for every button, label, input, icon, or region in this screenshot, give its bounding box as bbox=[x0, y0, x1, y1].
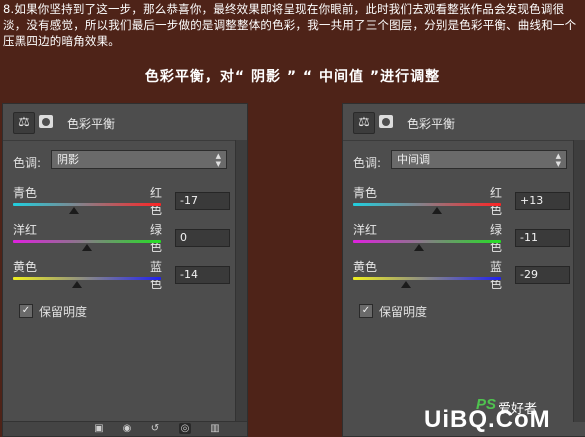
panel-title: 色彩平衡 bbox=[407, 117, 456, 131]
yellow-blue-value-input[interactable]: -14 bbox=[175, 266, 230, 284]
site-watermark: PS 爱好者 UiBQ.CoM bbox=[424, 396, 584, 436]
layer-mask-icon[interactable] bbox=[39, 115, 53, 128]
magenta-green-slider[interactable] bbox=[353, 240, 501, 243]
dropdown-arrows-icon: ▲ ▼ bbox=[555, 151, 561, 168]
visibility-eye-icon[interactable]: ◎ bbox=[179, 423, 191, 434]
cyan-label: 青色 bbox=[13, 186, 38, 200]
preserve-luminosity-checkbox[interactable]: ✓ bbox=[359, 304, 373, 318]
cyan-red-slider[interactable] bbox=[353, 203, 501, 206]
preserve-luminosity-label: 保留明度 bbox=[379, 305, 428, 319]
yellow-blue-slider[interactable] bbox=[353, 277, 501, 280]
yellow-blue-slider[interactable] bbox=[13, 277, 161, 280]
trash-icon[interactable]: ▥ bbox=[209, 423, 221, 434]
panel-bottom-toolbar: ▣ ◉ ↺ ◎ ▥ bbox=[3, 421, 247, 436]
cyan-red-value-input[interactable]: +13 bbox=[515, 192, 570, 210]
panel-scrollbar[interactable] bbox=[573, 140, 585, 422]
magenta-green-slider[interactable] bbox=[13, 240, 161, 243]
cyan-red-value-input[interactable]: -17 bbox=[175, 192, 230, 210]
view-previous-icon[interactable]: ◉ bbox=[121, 423, 133, 434]
panel-header: ⚖ 色彩平衡 bbox=[343, 104, 585, 141]
magenta-green-value-input[interactable]: 0 bbox=[175, 229, 230, 247]
blue-label: 蓝色 bbox=[149, 260, 162, 291]
intro-text: 8.如果你坚持到了这一步，那么恭喜你，最终效果即将呈现在你眼前，此时我们去观看整… bbox=[3, 2, 577, 48]
preserve-luminosity-checkbox[interactable]: ✓ bbox=[19, 304, 33, 318]
color-balance-panel-shadows: ⚖ 色彩平衡 色调: 阴影 ▲ ▼ 青色 红色 -17 洋红 绿色 0 黄色 蓝色… bbox=[2, 103, 248, 437]
tone-dropdown[interactable]: 阴影 ▲ ▼ bbox=[51, 150, 227, 169]
color-balance-panel-midtones: ⚖ 色彩平衡 色调: 中间调 ▲ ▼ 青色 红色 +13 洋红 绿色 -11 黄色… bbox=[342, 103, 585, 437]
green-label: 绿色 bbox=[149, 223, 162, 254]
tone-label: 色调: bbox=[13, 156, 42, 170]
magenta-green-slider-thumb[interactable] bbox=[413, 244, 424, 251]
magenta-label: 洋红 bbox=[353, 223, 378, 237]
yellow-label: 黄色 bbox=[353, 260, 378, 274]
yellow-blue-slider-thumb[interactable] bbox=[71, 281, 82, 288]
panel-title: 色彩平衡 bbox=[67, 117, 116, 131]
yellow-blue-slider-thumb[interactable] bbox=[400, 281, 411, 288]
panel-scrollbar[interactable] bbox=[235, 140, 247, 422]
magenta-green-value-input[interactable]: -11 bbox=[515, 229, 570, 247]
magenta-label: 洋红 bbox=[13, 223, 38, 237]
reset-icon[interactable]: ↺ bbox=[149, 423, 161, 434]
red-label: 红色 bbox=[149, 186, 162, 217]
tone-dropdown-value: 阴影 bbox=[57, 153, 79, 166]
cyan-red-slider-thumb[interactable] bbox=[431, 207, 442, 214]
dropdown-arrows-icon: ▲ ▼ bbox=[215, 151, 221, 168]
tone-dropdown[interactable]: 中间调 ▲ ▼ bbox=[391, 150, 567, 169]
balance-scale-icon[interactable]: ⚖ bbox=[353, 112, 375, 134]
tone-dropdown-value: 中间调 bbox=[397, 153, 430, 166]
section-heading: 色彩平衡，对“ 阴影 ” “ 中间值 ”进行调整 bbox=[144, 69, 441, 85]
panel-header: ⚖ 色彩平衡 bbox=[3, 104, 247, 141]
watermark-main: UiBQ.CoM bbox=[424, 406, 551, 433]
cyan-red-slider[interactable] bbox=[13, 203, 161, 206]
blue-label: 蓝色 bbox=[489, 260, 502, 291]
layer-mask-icon[interactable] bbox=[379, 115, 393, 128]
cyan-label: 青色 bbox=[353, 186, 378, 200]
preserve-luminosity-label: 保留明度 bbox=[39, 305, 88, 319]
red-label: 红色 bbox=[489, 186, 502, 217]
balance-scale-icon[interactable]: ⚖ bbox=[13, 112, 35, 134]
cyan-red-slider-thumb[interactable] bbox=[69, 207, 80, 214]
magenta-green-slider-thumb[interactable] bbox=[82, 244, 92, 251]
tone-label: 色调: bbox=[353, 156, 382, 170]
green-label: 绿色 bbox=[489, 223, 502, 254]
yellow-label: 黄色 bbox=[13, 260, 38, 274]
yellow-blue-value-input[interactable]: -29 bbox=[515, 266, 570, 284]
clip-to-layer-icon[interactable]: ▣ bbox=[93, 423, 105, 434]
